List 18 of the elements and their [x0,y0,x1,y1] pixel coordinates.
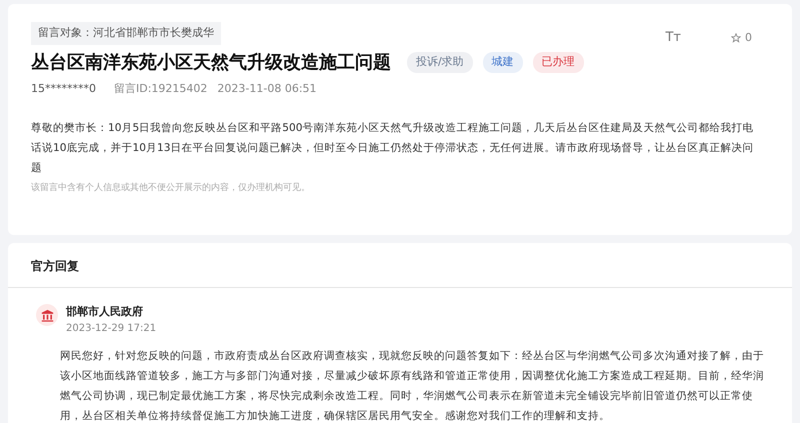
category-tag: 已办理 [532,52,584,73]
font-size-toggle[interactable]: Tт [665,28,681,48]
author-id: 15********0 [31,81,97,98]
organization-name: 邯郸市人民政府 [66,304,144,320]
government-building-icon [36,304,58,326]
star-count: 0 [745,30,752,46]
star-icon[interactable] [731,32,741,43]
message-time: 2023-11-08 06:51 [217,81,317,98]
reply-time: 2023-12-29 17:21 [66,322,156,336]
category-tag: 城建 [482,52,523,73]
reply-body: 网民您好，针对您反映的问题，市政府责成丛台区政府调查核实，现就您反映的问题答复如下：经丛台区与华润燃气公司多次沟通对接了解，由于该小区地面线路管道较多，施工方与多部门沟通对接，尽量减少破坏原有线路和管道正常使用，因调整优化施工方案造成工程延期。目前，经华润燃气公司协调，现已制定最优施工方案，将尽快完成剩余改造工程。同时，华润燃气公司表示在新管道未完全铺设完毕前旧管道仍然可以正常使用，丛台区相关单位将持续督促施工方加快施工进度，确保辖区居民用气安全。感谢您对我们工作的理解和支持。 [60,348,764,423]
section-heading: 官方回复 [31,258,80,276]
message-target-label: 留言对象：河北省邯郸市市长樊成华 [31,22,221,44]
message-body: 尊敬的樊市长：10月5日我曾向您反映丛台区和平路500号南洋东苑小区天然气升级改造工程施工问题，几天后丛台区住建局及天然气公司都给我打电话说10底完成，并于10月13日在平台回复说问题已解决，但时至今日施工仍然处于停滞状态，无任何进展。请市政府现场督导，让丛台区真正解决问题 [31,120,754,176]
message-id: 留言ID:19215402 [114,81,208,98]
privacy-note: 该留言中含有个人信息或其他不便公开展示的内容，仅办理机构可见。 [31,182,311,195]
message-title: 丛台区南洋东苑小区天然气升级改造施工问题 [31,52,391,74]
category-tag: 投诉/求助 [407,52,473,73]
